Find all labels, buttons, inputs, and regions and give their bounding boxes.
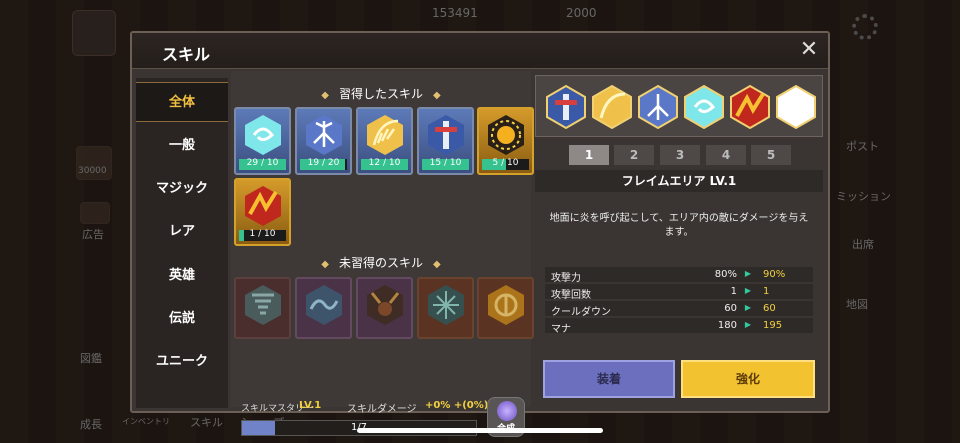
stat-row: 攻撃回数 1 ▶ 1 (545, 284, 813, 301)
skill-progress: 15 / 10 (429, 158, 462, 168)
wave-icon (306, 285, 342, 325)
arrow-right-icon: ▶ (744, 320, 751, 329)
mastery-level: LV.1 (299, 400, 322, 411)
owned-skill-tile[interactable]: 5 / 10 (477, 107, 534, 175)
owned-skill-tile[interactable]: 29 / 10 (234, 107, 291, 175)
category-menu: 全体 一般 マジック レア 英雄 伝説 ユニーク (136, 78, 228, 408)
category-normal[interactable]: 一般 (136, 126, 228, 166)
golden-feather-icon[interactable] (590, 84, 634, 130)
empty-slot-icon[interactable] (774, 84, 818, 130)
category-magic[interactable]: マジック (136, 169, 228, 209)
owned-skill-tile[interactable]: 1 / 10 (234, 178, 291, 246)
arrow-right-icon: ▶ (744, 303, 751, 312)
level-tab-2[interactable]: 2 (614, 145, 654, 165)
skill-progress: 1 / 10 (249, 229, 276, 239)
lightning-tree-icon (306, 115, 342, 155)
close-x-icon[interactable]: ✕ (796, 37, 822, 63)
wind-swirl-icon[interactable] (682, 84, 726, 130)
category-unique[interactable]: ユニーク (136, 342, 228, 382)
upgrade-button[interactable]: 強化 (681, 360, 815, 398)
owned-skill-tile[interactable]: 19 / 20 (295, 107, 352, 175)
owned-skill-tile[interactable]: 15 / 10 (417, 107, 474, 175)
skill-mastery-panel: スキルマスタリー LV.1 スキルダメージ +0% +(0%) 1/7 合成 (231, 393, 531, 443)
category-rare[interactable]: レア (136, 212, 228, 252)
stat-row: 攻撃力 80% ▶ 90% (545, 267, 813, 284)
equip-button[interactable]: 装着 (543, 360, 675, 398)
level-tab-5[interactable]: 5 (751, 145, 791, 165)
arrow-right-icon: ▶ (744, 286, 751, 295)
skill-list-panel: ◆ 習得したスキル ◆ 29 / 10 19 / 20 12 / 10 15 / 1… (231, 71, 534, 437)
locked-skill-tile[interactable] (477, 277, 534, 339)
category-all[interactable]: 全体 (136, 82, 228, 122)
level-tab-3[interactable]: 3 (660, 145, 700, 165)
category-hero[interactable]: 英雄 (136, 256, 228, 296)
flame-area-icon[interactable] (728, 84, 772, 130)
category-legend[interactable]: 伝説 (136, 299, 228, 339)
skill-damage-label: スキルダメージ (347, 404, 417, 415)
locked-skill-tile[interactable] (295, 277, 352, 339)
level-tab-1[interactable]: 1 (569, 145, 609, 165)
level-tab-4[interactable]: 4 (706, 145, 746, 165)
flame-area-icon (245, 186, 281, 226)
skill-description: 地面に炎を呼び起こして、エリア内の敵にダメージを与えます。 (549, 213, 809, 238)
owned-section-title: ◆ 習得したスキル ◆ (321, 87, 441, 101)
golden-feather-icon (367, 115, 403, 155)
synthesize-orb-icon (497, 401, 517, 421)
tornado-icon (245, 285, 281, 325)
stat-row: クールダウン 60 ▶ 60 (545, 301, 813, 318)
locked-skill-tile[interactable] (234, 277, 291, 339)
locked-skill-tile[interactable] (417, 277, 474, 339)
skill-progress: 12 / 10 (368, 158, 401, 168)
window-title: スキル (162, 45, 211, 64)
skill-window: スキル ✕ 全体 一般 マジック レア 英雄 伝説 ユニーク ◆ 習得したスキル ◆… (130, 31, 830, 437)
lightning-tree-icon[interactable] (636, 84, 680, 130)
golden-emblem-icon (488, 285, 524, 325)
skill-damage-value: +0% +(0%) (425, 400, 489, 411)
ice-star-icon (428, 285, 464, 325)
skill-progress: 29 / 10 (246, 158, 279, 168)
sun-icon (488, 115, 524, 155)
sword-shield-icon (428, 115, 464, 155)
owned-skill-tile[interactable]: 12 / 10 (356, 107, 413, 175)
skill-progress: 19 / 20 (307, 158, 340, 168)
horned-beast-icon (367, 285, 403, 325)
locked-skill-tile[interactable] (356, 277, 413, 339)
equipped-slots (535, 75, 823, 137)
skill-detail-panel: 1 2 3 4 5 フレイムエリア LV.1 地面に炎を呼び起こして、エリア内の… (535, 75, 823, 407)
stat-row: マナ 180 ▶ 195 (545, 318, 813, 335)
window-header: スキル ✕ (132, 33, 828, 69)
wind-swirl-icon (245, 115, 281, 155)
level-tabs: 1 2 3 4 5 (569, 145, 791, 165)
home-indicator[interactable] (357, 428, 603, 433)
sword-shield-icon[interactable] (544, 84, 588, 130)
skill-progress: 5 / 10 (492, 158, 519, 168)
skill-name: フレイムエリア LV.1 (535, 170, 823, 192)
arrow-right-icon: ▶ (744, 269, 751, 278)
unowned-section-title: ◆ 未習得のスキル ◆ (321, 256, 441, 270)
